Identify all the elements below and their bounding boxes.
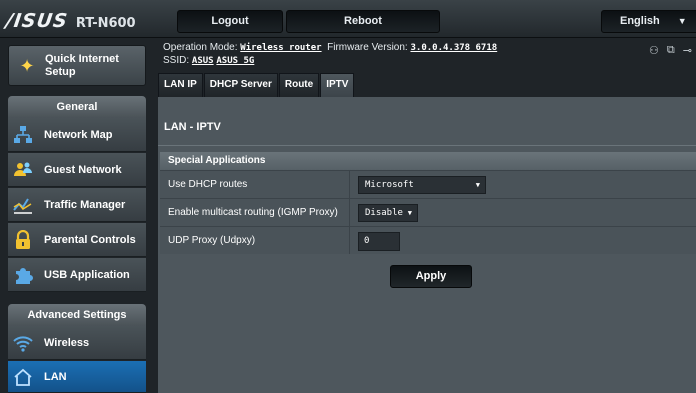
tab-lan-ip[interactable]: LAN IP [158,73,203,97]
ssid-link-24g[interactable]: ASUS [192,56,214,66]
wifi-icon [12,332,34,354]
sidebar-item-parental-controls[interactable]: Parental Controls [8,223,146,257]
lan-tabs: LAN IP DHCP Server Route IPTV [158,73,355,97]
sidebar-item-guest-network[interactable]: Guest Network [8,153,146,187]
apply-button[interactable]: Apply [390,265,472,288]
page-title: LAN - IPTV [164,121,221,133]
sidebar-item-label: Traffic Manager [44,198,126,211]
table-header: Special Applications [160,152,696,170]
network-map-icon [12,124,34,146]
chevron-down-icon: ▼ [407,209,412,217]
tab-dhcp-server[interactable]: DHCP Server [203,73,278,97]
puzzle-icon [12,264,34,286]
asus-logo: /ISUS RT-N600 [4,10,136,32]
sidebar-item-label: Guest Network [44,163,122,176]
table-row: Use DHCP routes Microsoft ▼ [160,170,696,198]
copy-icon[interactable]: ⧉ [667,44,675,57]
general-section-header: General [8,96,146,118]
udpxy-port-input[interactable]: 0 [358,232,400,251]
status-row-1: Operation Mode: Wireless router Firmware… [163,42,696,54]
guest-network-icon [12,159,34,181]
top-bar: /ISUS RT-N600 Logout Reboot English ▼ [0,0,696,38]
sidebar-item-label: Parental Controls [44,233,136,246]
traffic-manager-icon [12,194,34,216]
operation-mode-link[interactable]: Wireless router [240,43,321,53]
advanced-settings-section-header: Advanced Settings [8,304,146,326]
lock-icon [12,229,34,251]
sidebar: ✦ Quick Internet Setup General Network M… [0,38,158,393]
brand-logo-text: /ISUS [4,10,70,32]
igmp-proxy-select[interactable]: Disable ▼ [358,204,418,222]
reboot-button[interactable]: Reboot [286,10,440,33]
igmp-proxy-label: Enable multicast routing (IGMP Proxy) [160,199,350,226]
sidebar-item-wireless[interactable]: Wireless [8,326,146,360]
tab-iptv[interactable]: IPTV [320,73,355,97]
sidebar-item-traffic-manager[interactable]: Traffic Manager [8,188,146,222]
usb-status-icon[interactable]: ⊸ [683,44,692,57]
firmware-version-link[interactable]: 3.0.0.4.378_6718 [410,43,497,53]
sidebar-item-network-map[interactable]: Network Map [8,118,146,152]
router-admin-page: /ISUS RT-N600 Logout Reboot English ▼ ✦ Q… [0,0,696,393]
quick-internet-setup-label: Quick Internet Setup [45,53,119,78]
table-cell: Microsoft ▼ [350,171,696,198]
use-dhcp-routes-label: Use DHCP routes [160,171,350,198]
status-info: Operation Mode: Wireless router Firmware… [163,42,696,70]
iptv-panel: LAN - IPTV Special Applications Use DHCP… [158,97,696,393]
udp-proxy-label: UDP Proxy (Udpxy) [160,227,350,254]
home-icon [12,366,34,388]
sidebar-item-label: LAN [44,370,67,383]
language-select[interactable]: English ▼ [601,10,696,33]
status-row-2: SSID: ASUS ASUS_5G [163,55,696,67]
sidebar-item-label: Network Map [44,128,113,141]
quick-internet-setup-button[interactable]: ✦ Quick Internet Setup [8,45,146,86]
special-applications-table: Special Applications Use DHCP routes Mic… [160,152,696,254]
clients-icon[interactable]: ⚇ [649,44,659,57]
logout-button[interactable]: Logout [177,10,283,33]
ssid-label: SSID: [163,55,190,66]
sidebar-item-label: Wireless [44,336,90,349]
magic-wand-icon: ✦ [19,56,35,76]
sidebar-item-label: USB Application [44,268,130,281]
divider [158,145,696,146]
router-model: RT-N600 [75,16,136,31]
chevron-down-icon: ▼ [677,16,687,26]
table-cell: 0 [350,227,696,254]
dhcp-routes-select[interactable]: Microsoft ▼ [358,176,486,194]
status-icons: ⚇ ⧉ ⊸ [649,44,692,57]
firmware-label: Firmware Version: [327,42,408,53]
language-label: English [620,15,660,27]
table-row: Enable multicast routing (IGMP Proxy) Di… [160,198,696,226]
table-cell: Disable ▼ [350,199,696,226]
chevron-down-icon: ▼ [475,181,480,189]
sidebar-item-lan[interactable]: LAN [8,361,146,393]
igmp-proxy-value: Disable [365,208,403,218]
operation-mode-label: Operation Mode: [163,42,238,53]
tab-route[interactable]: Route [278,73,320,97]
sidebar-item-usb-application[interactable]: USB Application [8,258,146,292]
ssid-link-5g[interactable]: ASUS_5G [216,56,254,66]
dhcp-routes-value: Microsoft [365,180,414,190]
table-row: UDP Proxy (Udpxy) 0 [160,226,696,254]
